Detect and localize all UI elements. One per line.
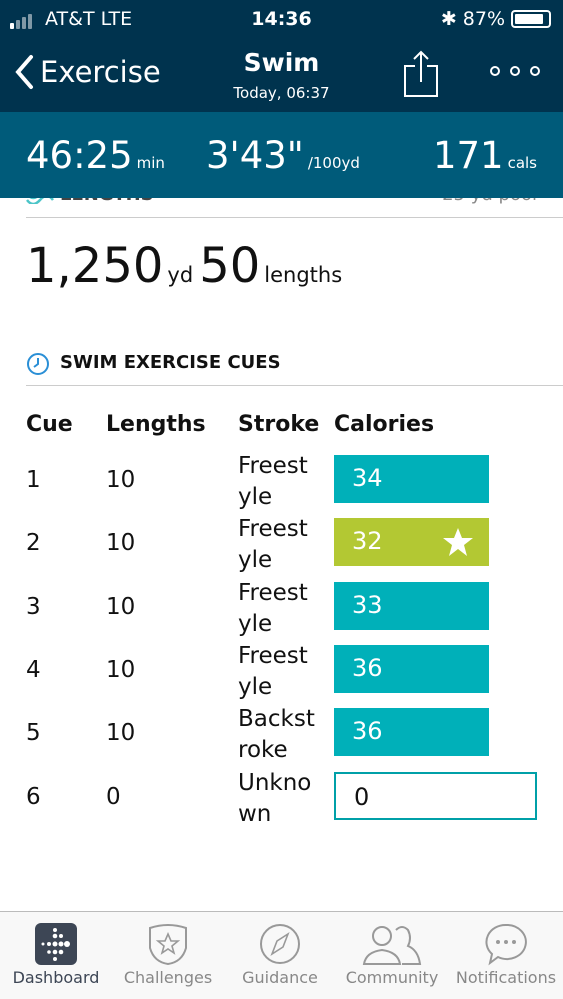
- pace-stat: 3'43"/100yd: [206, 134, 360, 177]
- top-header: AT&T LTE 14:36 ✱ 87% Exercise Swim Today,…: [0, 0, 563, 112]
- calorie-bar: 36: [334, 708, 489, 757]
- duration-stat: 46:25 min: [26, 134, 165, 177]
- tab-bar: Dashboard Challenges Guidance Community …: [0, 911, 563, 999]
- share-icon[interactable]: [403, 50, 439, 98]
- cue-lengths: 10: [106, 593, 136, 620]
- tab-dashboard[interactable]: Dashboard: [0, 920, 112, 987]
- calories-stat: 171 cals: [432, 134, 537, 177]
- column-header-calories: Calories: [334, 412, 435, 437]
- cue-row: 2 10 Freestyle 32: [0, 516, 563, 580]
- cue-stroke: Unknown: [238, 769, 312, 827]
- cue-lengths: 10: [106, 720, 136, 747]
- column-header-cue: Cue: [26, 412, 73, 437]
- star-badge-icon: [149, 924, 187, 966]
- cue-number: 3: [26, 593, 41, 620]
- cue-row: 6 0 Unknown 0: [0, 770, 563, 834]
- calorie-bar: 32: [334, 518, 489, 567]
- more-options-icon[interactable]: [490, 66, 540, 76]
- cue-number: 1: [26, 467, 41, 493]
- compass-icon: [260, 924, 300, 964]
- clock-icon: [27, 353, 49, 375]
- column-header-stroke: Stroke: [238, 412, 320, 437]
- page-subtitle: Today, 06:37: [233, 84, 330, 102]
- tab-notifications[interactable]: Notifications: [450, 920, 562, 987]
- cue-row: 3 10 Freestyle 33: [0, 580, 563, 644]
- cue-lengths: 10: [106, 656, 136, 683]
- column-header-lengths: Lengths: [106, 412, 206, 437]
- cue-stroke: Backstroke: [238, 706, 315, 764]
- battery-icon: [511, 10, 551, 28]
- tab-community[interactable]: Community: [336, 920, 448, 987]
- cue-lengths: 0: [106, 783, 121, 810]
- cue-number: 4: [26, 656, 41, 683]
- cue-number: 2: [26, 530, 41, 557]
- lengths-summary: 1,250 yd 50 lengths: [26, 238, 343, 294]
- cue-stroke: Freestyle: [238, 642, 308, 700]
- chat-bubble-icon: [485, 923, 527, 966]
- calorie-bar: 36: [334, 644, 489, 693]
- fitbit-dots-icon: [35, 923, 77, 965]
- calorie-bar: 0: [334, 771, 537, 820]
- tab-challenges[interactable]: Challenges: [112, 920, 224, 987]
- status-bar: AT&T LTE 14:36 ✱ 87%: [0, 6, 563, 34]
- calorie-bar: 33: [334, 581, 489, 630]
- cue-number: 5: [26, 720, 41, 747]
- cues-section-header: SWIM EXERCISE CUES: [26, 352, 563, 386]
- cue-lengths: 10: [106, 467, 136, 493]
- tab-guidance[interactable]: Guidance: [224, 920, 336, 987]
- cue-stroke: Freestyle: [238, 579, 308, 637]
- cue-row: 4 10 Freestyle 36: [0, 643, 563, 707]
- cue-row: 5 10 Backstroke 36: [0, 706, 563, 770]
- people-icon: [362, 926, 422, 965]
- cue-stroke: Freestyle: [238, 516, 308, 574]
- cue-lengths: 10: [106, 530, 136, 557]
- star-icon: [443, 528, 473, 557]
- stats-band: 46:25 min 3'43"/100yd 171 cals: [0, 112, 563, 198]
- cue-stroke: Freestyle: [238, 453, 308, 510]
- bluetooth-icon: ✱: [440, 8, 457, 30]
- page-title: Swim: [243, 48, 320, 77]
- calorie-bar: 34: [334, 455, 489, 503]
- battery-percent: 87%: [462, 8, 505, 30]
- cue-number: 6: [26, 783, 41, 810]
- cue-row: 1 10 Freestyle 34: [0, 453, 563, 517]
